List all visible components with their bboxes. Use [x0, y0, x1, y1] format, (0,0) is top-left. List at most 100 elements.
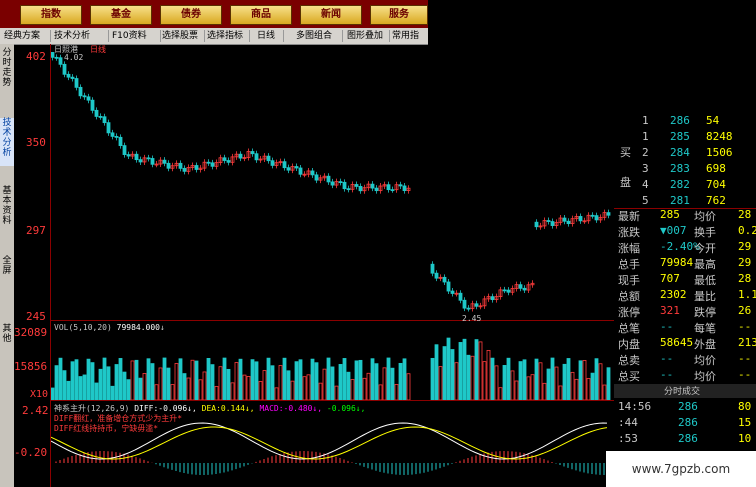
volume-bar — [354, 360, 359, 400]
volume-bar — [186, 377, 191, 400]
volume-bar — [102, 357, 107, 400]
volume-bar — [366, 372, 371, 400]
volume-bar — [138, 377, 143, 400]
stat-label: 现手 — [618, 274, 640, 287]
toolbar-overlay[interactable]: 图形叠加 — [345, 30, 390, 42]
stat-value: -- — [660, 320, 674, 333]
stat-label: 最新 — [618, 210, 640, 223]
volume-bar — [94, 382, 99, 400]
toolbar-multi-chart[interactable]: 多图组合 — [294, 30, 343, 42]
stat-value-2: 0.26 — [738, 224, 756, 237]
tick-header: 分时成交 — [614, 384, 756, 398]
volume-bar — [118, 358, 123, 400]
volume-bar — [522, 359, 527, 400]
toolbar-f10[interactable]: F10资料 — [110, 30, 161, 42]
volume-bar — [90, 362, 95, 400]
volume-bar — [438, 366, 443, 400]
volume-bar — [586, 378, 591, 400]
nav-commodity-button[interactable]: 商品 — [230, 5, 292, 25]
volume-bar — [190, 359, 195, 400]
orderbook-price: 286 — [670, 114, 690, 127]
stat-label: 总额 — [618, 290, 640, 303]
stat-value: 285 — [660, 208, 680, 221]
nav-index-button[interactable]: 指数 — [20, 5, 82, 25]
toolbar-common[interactable]: 常用指 — [390, 30, 428, 42]
orderbook-level: 3 — [642, 162, 649, 175]
volume-bar — [342, 358, 347, 400]
volume-bar — [346, 371, 351, 400]
volume-bar — [454, 362, 459, 400]
volume-label-high: 32089 — [14, 326, 48, 339]
stat-value: 707 — [660, 272, 680, 285]
volume-bar — [322, 368, 327, 400]
toolbar-select-indicator[interactable]: 选择指标 — [205, 30, 250, 42]
volume-bar — [514, 380, 519, 400]
price-label: 297 — [26, 224, 46, 237]
volume-chart — [51, 337, 611, 400]
tab-other[interactable]: 其他 — [0, 324, 14, 350]
volume-bar — [198, 379, 203, 400]
stat-label: 涨停 — [618, 306, 640, 319]
volume-bar — [162, 357, 167, 400]
volume-bar — [130, 360, 135, 400]
toolbar-select-stock[interactable]: 选择股票 — [160, 30, 205, 42]
buy-label-2: 盘 — [620, 176, 631, 189]
nav-service-button[interactable]: 服务 — [370, 5, 428, 25]
orderbook-volume: 54 — [706, 114, 720, 127]
volume-bar — [206, 358, 211, 400]
orderbook-volume: 762 — [706, 194, 726, 207]
stat-value-2: 29 — [738, 240, 752, 253]
volume-bar — [362, 377, 367, 400]
volume-bar — [598, 363, 603, 400]
toolbar-daily[interactable]: 日线 — [255, 30, 284, 42]
tab-fullscreen[interactable]: 全屏 — [0, 256, 14, 282]
volume-bar — [550, 357, 555, 400]
volume-bar — [222, 357, 227, 400]
indicator-chart — [51, 422, 609, 475]
stat-label: 涨跌 — [618, 226, 640, 239]
volume-bar — [374, 363, 379, 400]
volume-bar — [606, 367, 611, 400]
watermark: www.7gpzb.com — [606, 451, 756, 487]
volume-bar — [330, 366, 335, 400]
toolbar-tech-analysis[interactable]: 技术分析 — [52, 30, 109, 42]
nav-news-button[interactable]: 新闻 — [300, 5, 362, 25]
stat-label: 总笔 — [618, 322, 640, 335]
volume-bar — [446, 337, 451, 400]
volume-bar — [510, 370, 515, 400]
tick-volume: 15 — [738, 416, 752, 429]
nav-bond-button[interactable]: 债券 — [160, 5, 222, 25]
volume-bar — [302, 376, 307, 400]
stat-value: -- — [660, 368, 674, 381]
volume-bar — [402, 358, 407, 400]
volume-bar — [126, 379, 131, 400]
volume-bar — [170, 384, 175, 400]
orderbook-level: 2 — [642, 146, 649, 159]
price-label: 350 — [26, 136, 46, 149]
stat-label-2: 换手 — [694, 226, 716, 239]
tab-time-sharing[interactable]: 分时走势 — [0, 48, 14, 96]
volume-bar — [558, 385, 563, 400]
toolbar-classic-scheme[interactable]: 经典方案 — [2, 30, 51, 42]
tab-technical[interactable]: 技术分析 — [0, 118, 14, 166]
volume-bar — [566, 358, 571, 400]
nav-fund-button[interactable]: 基金 — [90, 5, 152, 25]
volume-bar — [250, 359, 255, 400]
stat-label: 总手 — [618, 258, 640, 271]
tick-volume: 80 — [738, 400, 752, 413]
volume-bar — [430, 357, 435, 400]
volume-bar — [154, 384, 159, 400]
volume-bar — [202, 371, 207, 400]
tab-basic-info[interactable]: 基本资料 — [0, 186, 14, 234]
volume-bar — [262, 370, 267, 400]
volume-bar — [546, 368, 551, 400]
volume-bar — [494, 365, 499, 400]
volume-bar — [238, 358, 243, 400]
volume-bar — [394, 383, 399, 400]
stat-label-2: 每笔 — [694, 322, 716, 335]
orderbook-volume: 1506 — [706, 146, 733, 159]
orderbook-price: 282 — [670, 178, 690, 191]
volume-bar — [314, 362, 319, 400]
volume-bar — [298, 359, 303, 400]
volume-bar — [110, 385, 115, 400]
